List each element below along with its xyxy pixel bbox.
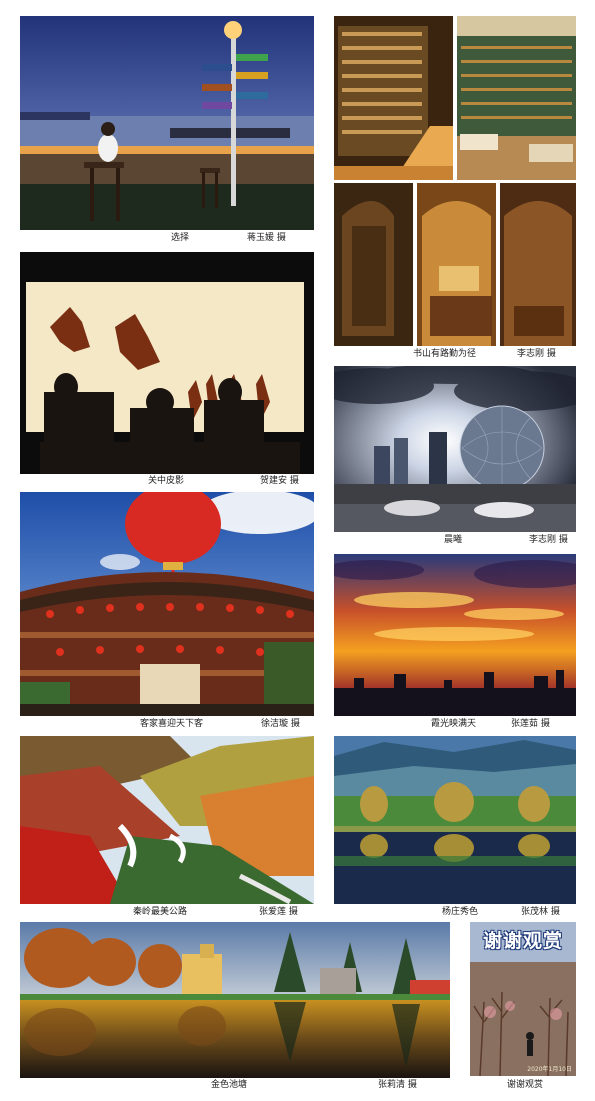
thanks-banner: 谢谢观赏: [482, 930, 563, 952]
caption-title: 选择: [171, 233, 190, 243]
caption-author: 张爱莲 摄: [259, 907, 298, 918]
photo-shadow-puppet: [20, 252, 314, 474]
thanks-panel: 谢谢观赏 2020年1月10日: [470, 922, 576, 1076]
photo-dawn: [334, 366, 576, 532]
author-name: 张莲茹: [511, 719, 539, 729]
photo-qinling-road: [20, 736, 314, 904]
caption-title: 书山有路勤为径: [413, 349, 477, 359]
caption-title: 晨曦: [444, 535, 463, 545]
author-name: 李志刚: [529, 535, 557, 545]
photo-hakka: [20, 492, 314, 716]
author-name: 李志刚: [517, 349, 545, 359]
caption-author: 张莉清 摄: [378, 1080, 417, 1091]
caption-author: 徐洁璇 摄: [261, 719, 300, 730]
credit-suffix: 摄: [546, 349, 556, 359]
caption-author: 李志刚 摄: [517, 349, 556, 360]
caption-title: 关中皮影: [148, 476, 185, 486]
credit-suffix: 摄: [289, 476, 299, 486]
author-name: 张爱莲: [259, 907, 287, 917]
photo-choice: [20, 16, 314, 230]
caption-title: 秦岭最美公路: [133, 907, 188, 917]
caption-title: 金色池塘: [211, 1080, 248, 1090]
caption-author: 张莲茹 摄: [511, 719, 550, 730]
author-name: 徐洁璇: [261, 719, 289, 729]
photo-golden-pond: [20, 922, 450, 1078]
photo-sunset-glow: [334, 554, 576, 716]
credit-suffix: 摄: [276, 233, 286, 243]
author-name: 蒋玉媛: [247, 233, 275, 243]
author-name: 贺建安: [260, 476, 288, 486]
credit-suffix: 摄: [558, 535, 568, 545]
photo-yangzhuang: [334, 736, 576, 904]
credit-suffix: 摄: [540, 719, 550, 729]
credit-suffix: 摄: [288, 907, 298, 917]
caption-title: 客家喜迎天下客: [140, 719, 204, 729]
caption-title: 杨庄秀色: [442, 907, 479, 917]
caption-author: 贺建安 摄: [260, 476, 299, 487]
author-name: 张茂林: [521, 907, 549, 917]
caption-author: 李志刚 摄: [529, 535, 568, 546]
credit-suffix: 摄: [550, 907, 560, 917]
credit-suffix: 摄: [290, 719, 300, 729]
caption-title: 霞光映满天: [431, 719, 477, 729]
author-name: 张莉清: [378, 1080, 406, 1090]
caption-author: 张茂林 摄: [521, 907, 560, 918]
photo-bookstore: [334, 16, 576, 346]
caption-author: 蒋玉媛 摄: [247, 233, 286, 244]
thanks-caption: 谢谢观赏: [507, 1080, 544, 1090]
credit-suffix: 摄: [407, 1080, 417, 1090]
date-stamp: 2020年1月10日: [527, 1066, 572, 1073]
